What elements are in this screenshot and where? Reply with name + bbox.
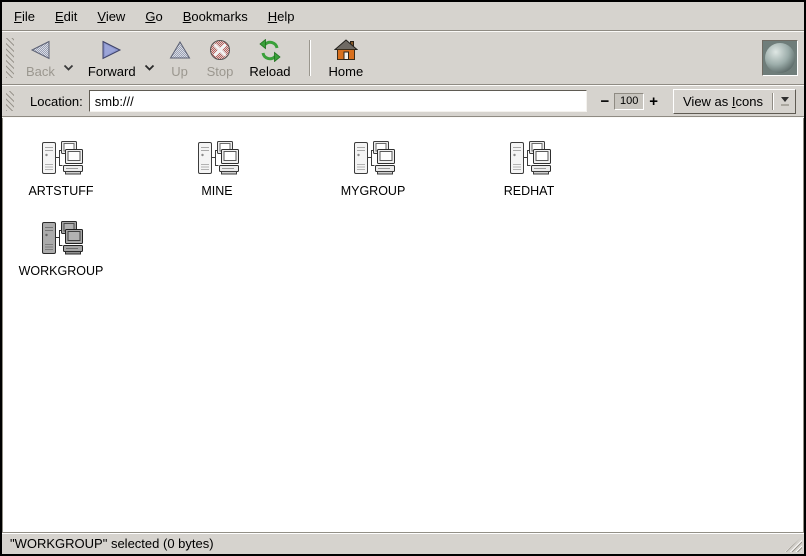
location-input[interactable] xyxy=(89,90,588,112)
view-mode-label: View as Icons xyxy=(683,94,763,109)
back-button[interactable]: Back xyxy=(18,34,63,82)
toolbar-separator xyxy=(309,40,311,76)
resize-grip-handle[interactable] xyxy=(785,537,802,552)
menu-file[interactable]: File xyxy=(4,4,45,29)
icon-view[interactable]: ARTSTUFF MINE MYGROUP REDHAT WORKGROUP xyxy=(2,118,804,532)
workgroup-item-mine[interactable]: MINE xyxy=(167,140,267,220)
toolbar: Back Forward Up xyxy=(2,32,804,84)
file-manager-window: File Edit View Go Bookmarks Help Back Fo… xyxy=(0,0,806,556)
stop-button[interactable]: Stop xyxy=(199,34,242,82)
location-label: Location: xyxy=(30,94,83,109)
forward-arrow-icon xyxy=(101,38,123,62)
menu-go[interactable]: Go xyxy=(135,4,172,29)
back-history-chevron-icon[interactable] xyxy=(63,64,74,71)
home-icon xyxy=(334,38,358,62)
network-workgroup-icon xyxy=(37,140,85,180)
back-arrow-icon xyxy=(29,38,51,62)
icon-row: WORKGROUP xyxy=(11,220,803,300)
dropdown-separator xyxy=(772,93,774,110)
dropdown-arrow-icon xyxy=(779,97,795,106)
globe-throbber-icon xyxy=(762,40,798,76)
forward-history-chevron-icon[interactable] xyxy=(144,64,155,71)
workgroup-item-workgroup[interactable]: WORKGROUP xyxy=(11,220,111,300)
toolbar-grip-handle[interactable] xyxy=(6,38,14,78)
forward-button[interactable]: Forward xyxy=(80,34,144,82)
reload-icon xyxy=(258,38,282,62)
status-text: "WORKGROUP" selected (0 bytes) xyxy=(10,536,214,551)
menu-view[interactable]: View xyxy=(87,4,135,29)
menu-edit[interactable]: Edit xyxy=(45,4,87,29)
menu-bookmarks[interactable]: Bookmarks xyxy=(173,4,258,29)
network-workgroup-icon xyxy=(505,140,553,180)
up-button[interactable]: Up xyxy=(161,34,199,82)
menu-help[interactable]: Help xyxy=(258,4,305,29)
zoom-level-display: 100 xyxy=(614,93,644,110)
reload-button[interactable]: Reload xyxy=(241,34,298,82)
zoom-in-button[interactable]: + xyxy=(644,93,663,110)
network-workgroup-icon xyxy=(193,140,241,180)
workgroup-item-artstuff[interactable]: ARTSTUFF xyxy=(11,140,111,220)
stop-icon xyxy=(209,38,231,62)
up-arrow-icon xyxy=(169,38,191,62)
icon-row: ARTSTUFF MINE MYGROUP REDHAT xyxy=(11,140,803,220)
view-mode-dropdown[interactable]: View as Icons xyxy=(673,89,796,114)
status-bar: "WORKGROUP" selected (0 bytes) xyxy=(2,532,804,554)
location-bar: Location: − 100 + View as Icons xyxy=(2,86,804,116)
home-button[interactable]: Home xyxy=(321,34,372,82)
network-workgroup-icon xyxy=(37,220,85,260)
network-workgroup-icon xyxy=(349,140,397,180)
workgroup-item-mygroup[interactable]: MYGROUP xyxy=(323,140,423,220)
workgroup-item-redhat[interactable]: REDHAT xyxy=(479,140,579,220)
menu-bar: File Edit View Go Bookmarks Help xyxy=(2,2,804,30)
zoom-out-button[interactable]: − xyxy=(595,93,614,110)
location-bar-grip-handle[interactable] xyxy=(6,91,14,111)
